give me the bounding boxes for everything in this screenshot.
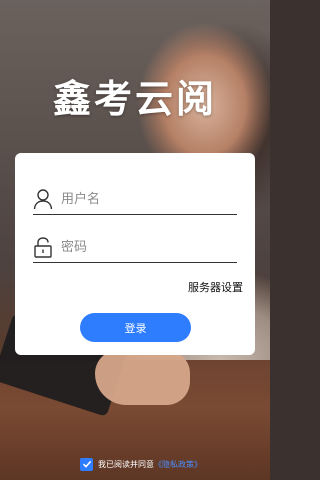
password-input[interactable]	[61, 236, 231, 258]
privacy-open-quote[interactable]: 《	[154, 459, 162, 470]
server-settings-link[interactable]: 服务器设置	[188, 279, 243, 295]
username-field-row	[33, 186, 237, 215]
login-button[interactable]: 登录	[80, 313, 191, 342]
lock-icon	[33, 236, 53, 258]
agreement-checkbox[interactable]	[80, 457, 93, 471]
background-hand	[95, 350, 190, 405]
agreement-text: 我已阅读并同意	[98, 459, 154, 469]
check-icon	[82, 460, 91, 468]
privacy-policy-link[interactable]: 隐私政策	[162, 459, 194, 470]
privacy-close-quote[interactable]: 》	[194, 459, 202, 470]
agreement-row: 我已阅读并同意 《 隐私政策 》	[80, 456, 202, 472]
username-input[interactable]	[61, 188, 231, 210]
app-title: 鑫考云阅	[52, 77, 217, 121]
user-icon	[33, 188, 53, 210]
password-field-row	[33, 234, 237, 263]
